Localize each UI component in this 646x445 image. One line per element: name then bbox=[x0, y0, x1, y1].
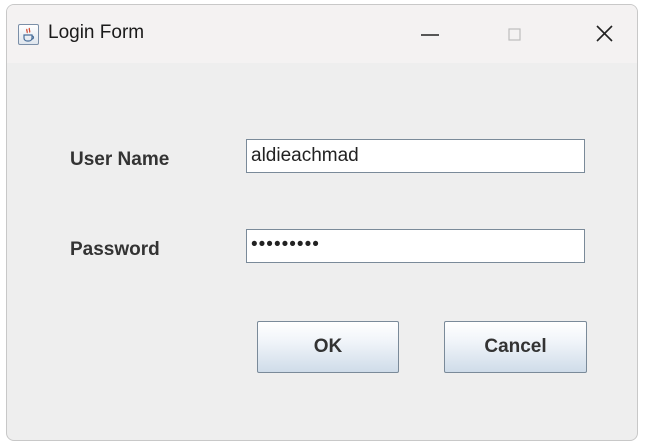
title-bar[interactable]: Login Form bbox=[7, 5, 637, 63]
maximize-icon bbox=[508, 28, 521, 41]
password-label: Password bbox=[70, 239, 160, 260]
minimize-icon bbox=[421, 34, 439, 36]
window-title: Login Form bbox=[48, 22, 145, 43]
username-label: User Name bbox=[70, 149, 170, 170]
login-window: Login Form User Name aldieachmad Passwor… bbox=[6, 4, 638, 441]
java-cup-icon bbox=[18, 24, 39, 45]
password-field[interactable]: ••••••••• bbox=[246, 229, 585, 263]
ok-button[interactable]: OK bbox=[257, 321, 399, 373]
cancel-button[interactable]: Cancel bbox=[444, 321, 587, 373]
close-button[interactable] bbox=[573, 5, 633, 63]
maximize-button[interactable] bbox=[485, 5, 545, 63]
minimize-button[interactable] bbox=[399, 5, 459, 63]
username-field[interactable]: aldieachmad bbox=[246, 139, 585, 173]
close-icon bbox=[596, 25, 613, 42]
password-mask: ••••••••• bbox=[251, 234, 320, 255]
